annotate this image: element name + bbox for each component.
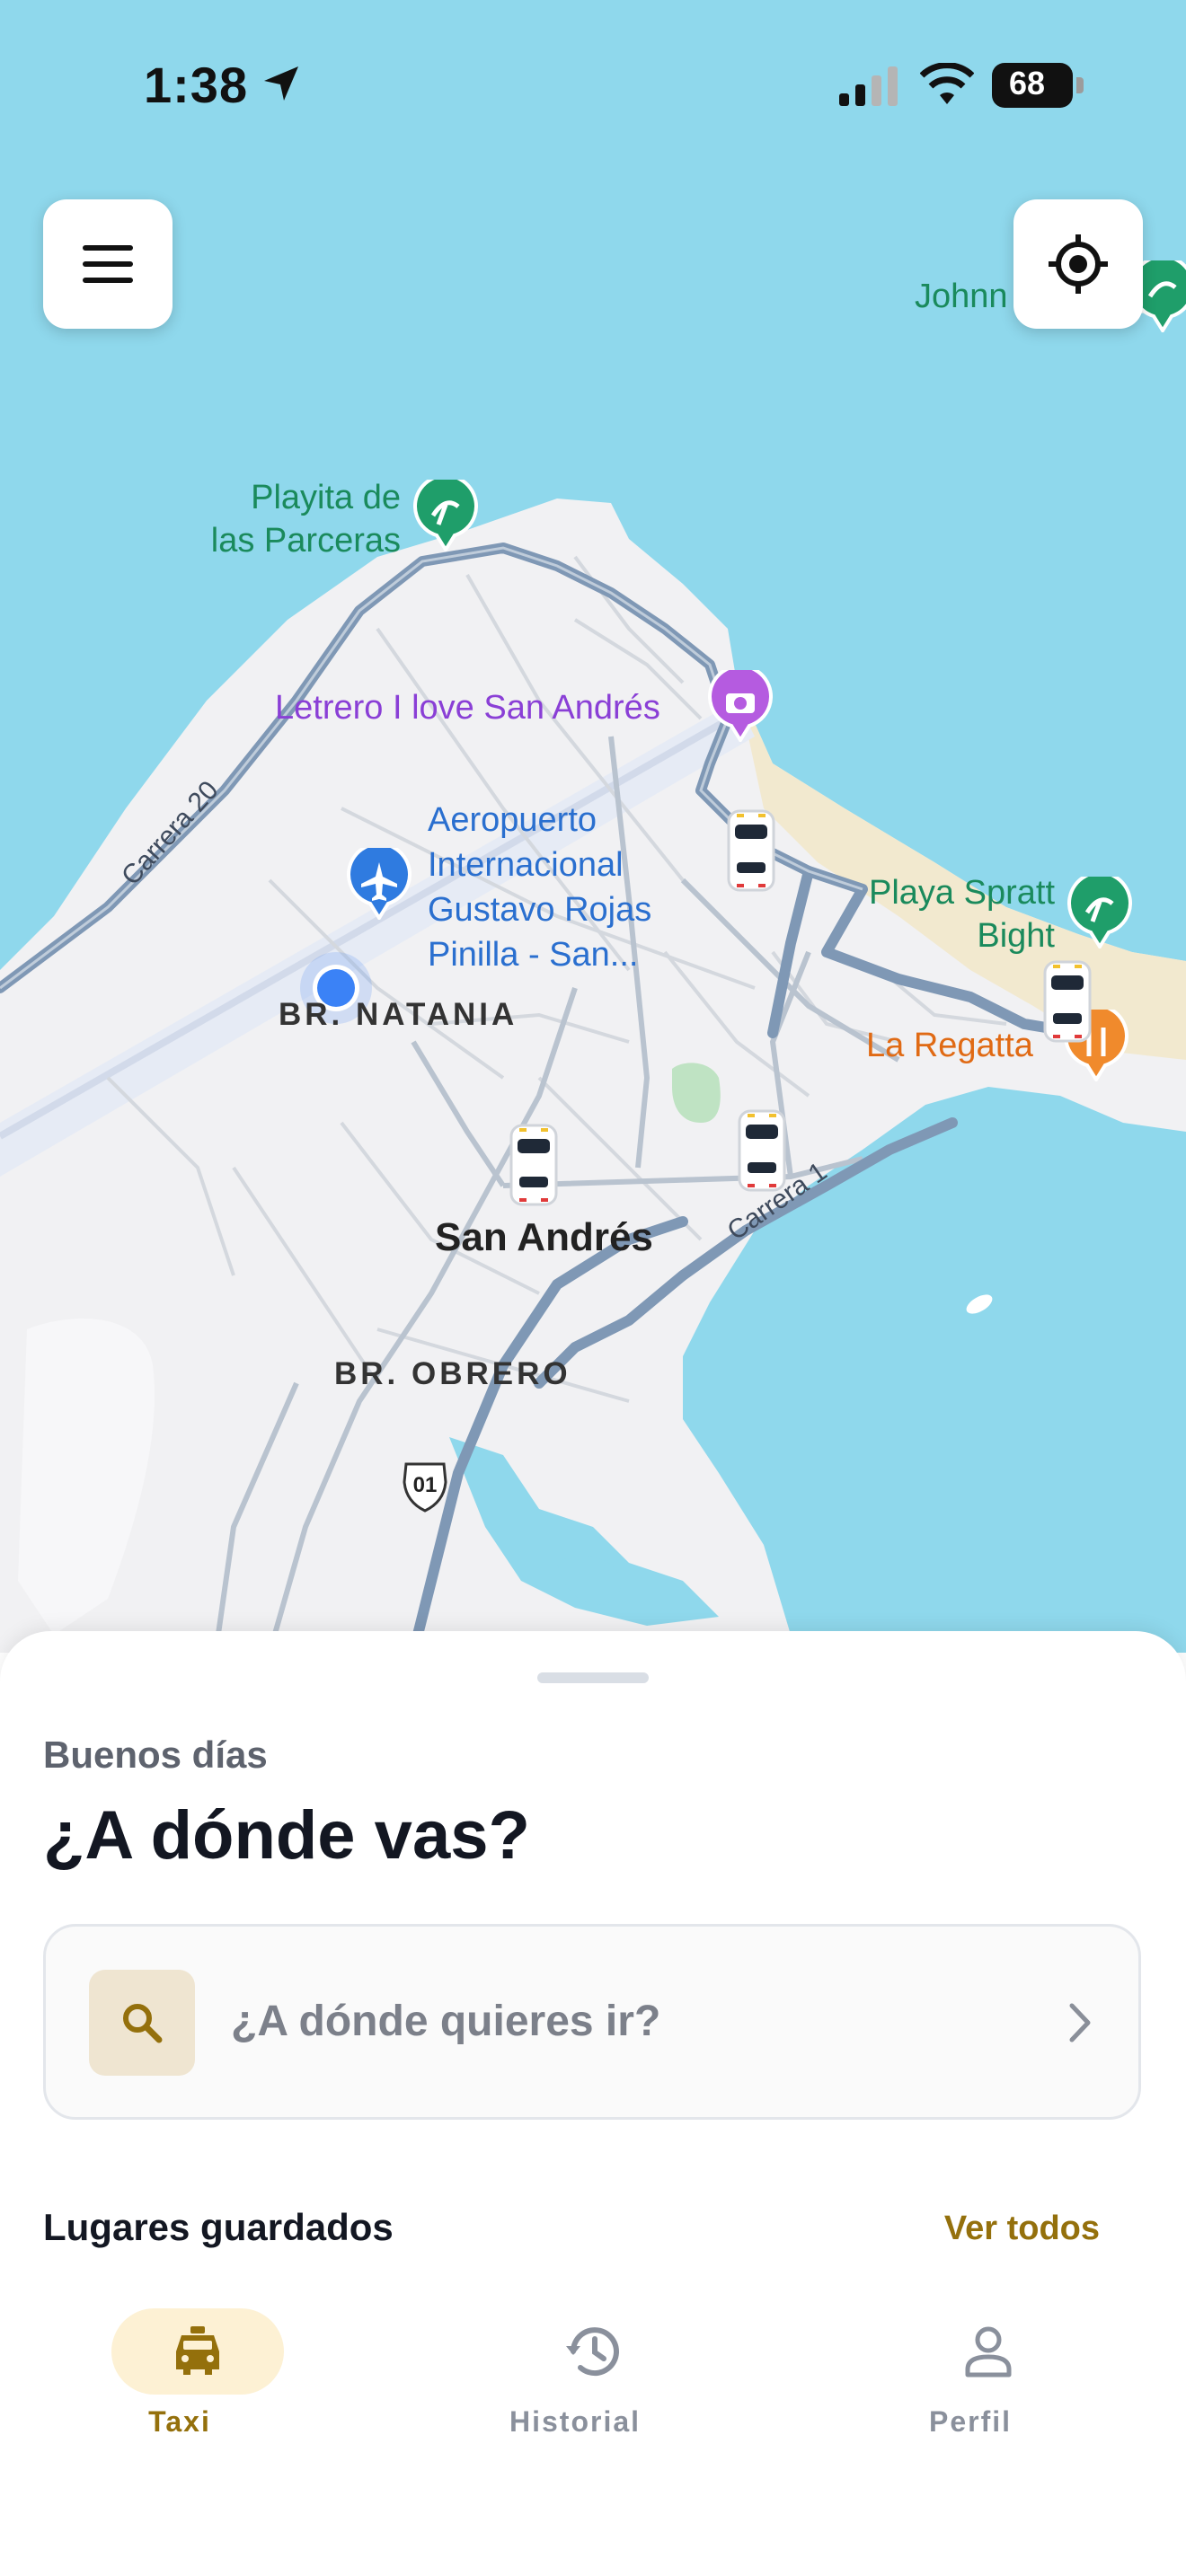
- tab-historial-icon-wrap: [507, 2308, 679, 2395]
- map-label-playita-line1: Playita de: [251, 479, 401, 516]
- map-label-letrero: Letrero I love San Andrés: [275, 689, 660, 727]
- chevron-right-icon: [1067, 2002, 1093, 2048]
- tab-taxi-label: Taxi: [148, 2405, 211, 2438]
- photo-spot-pin-icon[interactable]: [708, 670, 773, 742]
- saved-places-title: Lugares guardados: [43, 2206, 394, 2248]
- location-arrow-icon: [261, 63, 302, 109]
- history-icon: [566, 2327, 619, 2377]
- map-label-johnny: Johnn: [915, 278, 1008, 315]
- map-label-la-regatta: La Regatta: [866, 1027, 1033, 1064]
- hamburger-menu-icon: [83, 245, 133, 283]
- tab-historial-label: Historial: [509, 2405, 642, 2438]
- wifi-icon: [919, 62, 975, 110]
- map-view[interactable]: Johnn Playita de las Parceras Letrero I …: [0, 0, 1186, 1653]
- sheet-drag-handle[interactable]: [537, 1672, 649, 1683]
- map-label-aeropuerto-line3: Gustavo Rojas: [428, 891, 652, 929]
- tab-taxi[interactable]: Taxi: [45, 2308, 314, 2443]
- tab-perfil[interactable]: Perfil: [836, 2308, 1105, 2443]
- destination-search-field[interactable]: ¿A dónde quieres ir?: [43, 1924, 1141, 2120]
- route-01-shield-icon: 01: [401, 1460, 449, 1513]
- status-bar: 1:38 68: [0, 0, 1186, 171]
- map-label-playita: Playita de las Parceras: [192, 476, 401, 562]
- map-label-playa-spratt: Playa Spratt Bight: [836, 871, 1055, 957]
- battery-indicator: 68: [992, 63, 1084, 108]
- tab-historial[interactable]: Historial: [440, 2308, 710, 2443]
- beach-pin-icon[interactable]: [1067, 877, 1132, 948]
- greeting-text: Buenos días: [43, 1734, 268, 1776]
- tab-perfil-icon-wrap: [902, 2308, 1075, 2395]
- map-label-playa-spratt-line2: Bight: [977, 917, 1055, 955]
- map-label-playita-line2: las Parceras: [210, 522, 401, 560]
- cellular-signal-icon: [839, 66, 900, 110]
- map-label-aeropuerto-line4: Pinilla - San...: [428, 936, 639, 974]
- taxi-marker-icon[interactable]: [1042, 959, 1093, 1044]
- map-label-aeropuerto-line1: Aeropuerto: [428, 801, 597, 839]
- status-time: 1:38: [144, 57, 249, 113]
- battery-tail: [1076, 77, 1084, 93]
- search-icon-container: [89, 1970, 195, 2076]
- route-01-label: 01: [412, 1473, 438, 1497]
- tab-taxi-active-pill: [111, 2308, 284, 2395]
- map-label-aeropuerto-line2: Internacional: [428, 846, 624, 884]
- taxi-marker-icon[interactable]: [509, 1123, 559, 1207]
- map-label-playa-spratt-line1: Playa Spratt: [869, 874, 1055, 912]
- menu-button[interactable]: [43, 199, 173, 329]
- profile-icon: [965, 2326, 1012, 2378]
- see-all-link[interactable]: Ver todos: [944, 2210, 1100, 2248]
- battery-level: 68: [1008, 65, 1046, 101]
- map-label-br-natania: BR. NATANIA: [279, 997, 518, 1032]
- page-title: ¿A dónde vas?: [43, 1797, 530, 1874]
- map-label-san-andres: San Andrés: [435, 1215, 653, 1259]
- airport-pin-icon[interactable]: [347, 848, 412, 920]
- search-placeholder: ¿A dónde quieres ir?: [231, 1998, 661, 2045]
- taxi-marker-icon[interactable]: [726, 808, 776, 893]
- recenter-location-button[interactable]: [1013, 199, 1143, 329]
- taxi-icon: [176, 2326, 219, 2375]
- map-label-br-obrero: BR. OBRERO: [334, 1356, 571, 1391]
- beach-pin-icon[interactable]: [413, 480, 478, 551]
- crosshair-location-icon: [1049, 234, 1108, 294]
- map-label-aeropuerto: Aeropuerto Internacional Gustavo Rojas P…: [428, 798, 651, 977]
- search-icon: [123, 2004, 163, 2043]
- tab-perfil-label: Perfil: [928, 2405, 1013, 2438]
